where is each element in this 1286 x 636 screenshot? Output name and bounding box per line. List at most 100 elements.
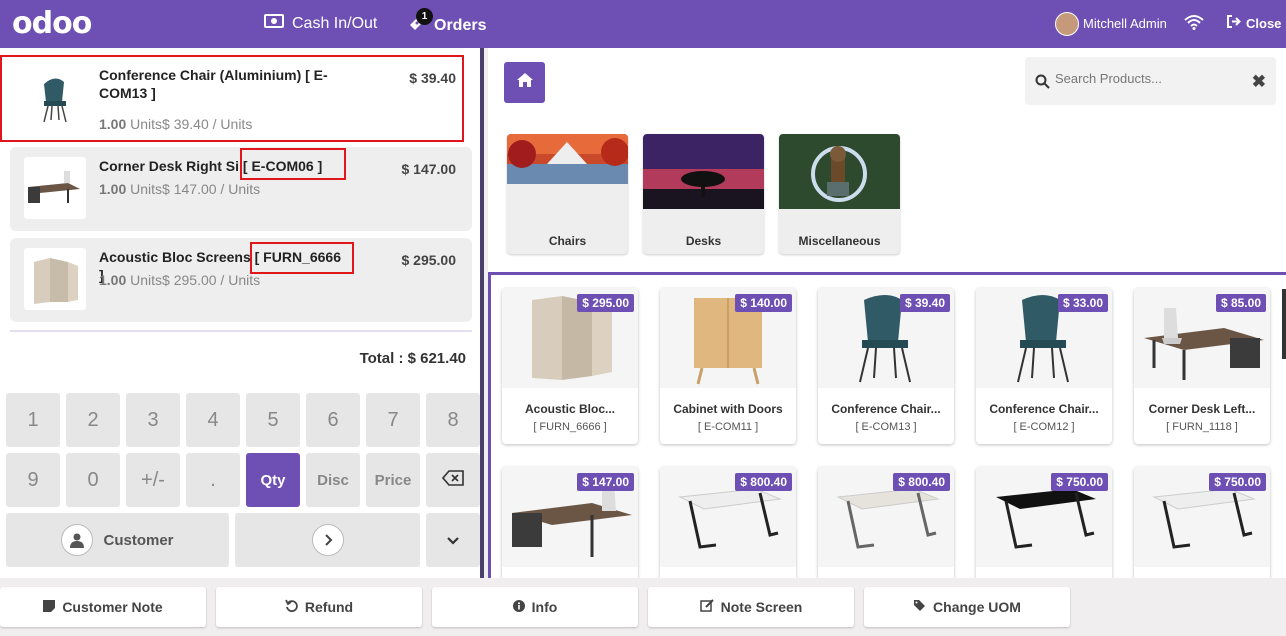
product-card[interactable]: $ 750.00 xyxy=(976,467,1112,578)
numpad-key-6[interactable]: 6 xyxy=(306,393,360,447)
numpad-key-9[interactable]: 9 xyxy=(6,453,60,507)
user-name[interactable]: Mitchell Admin xyxy=(1083,16,1167,31)
odoo-logo: odoo xyxy=(12,6,92,41)
customer-button[interactable]: Customer xyxy=(6,513,229,567)
category-image xyxy=(779,134,900,209)
money-icon xyxy=(264,14,284,33)
category-chairs[interactable]: Chairs xyxy=(507,134,628,254)
info-button[interactable]: Info xyxy=(432,587,638,627)
product-search: ✖ xyxy=(1025,57,1276,105)
cash-in-out-button[interactable]: Cash In/Out xyxy=(264,14,377,33)
category-label: Chairs xyxy=(548,234,587,248)
note-screen-button[interactable]: Note Screen xyxy=(648,587,854,627)
products-pane: ✖ Chairs Desks Miscellaneous $ 295.00 Ac… xyxy=(488,48,1286,578)
numpad-backspace[interactable] xyxy=(426,453,480,507)
numpad-key-2[interactable]: 2 xyxy=(66,393,120,447)
product-card[interactable]: $ 800.40 xyxy=(660,467,796,578)
numpad-key-4[interactable]: 4 xyxy=(186,393,240,447)
order-line-price: $ 295.00 xyxy=(401,252,457,268)
category-image xyxy=(507,134,628,184)
divider xyxy=(10,330,472,332)
refund-button[interactable]: Refund xyxy=(216,587,422,627)
product-ref: [ E-COM13 ] xyxy=(855,421,917,433)
numpad-key-dot[interactable]: . xyxy=(186,453,240,507)
close-button[interactable]: Close xyxy=(1226,15,1281,31)
user-icon xyxy=(61,524,94,556)
note-screen-label: Note Screen xyxy=(720,599,803,615)
product-name: Corner Desk Left... xyxy=(1148,402,1256,416)
numpad-key-7[interactable]: 7 xyxy=(366,393,420,447)
numpad-mode-disc[interactable]: Disc xyxy=(306,453,360,507)
highlight-box xyxy=(240,148,346,180)
payment-button[interactable] xyxy=(235,513,420,567)
product-name: Conference Chair... xyxy=(989,402,1099,416)
close-label: Close xyxy=(1246,15,1282,31)
product-thumbnail xyxy=(24,248,86,310)
orders-label: Orders xyxy=(434,16,487,34)
order-total: Total : $ 621.40 xyxy=(359,350,466,367)
order-pane: Conference Chair (Aluminium) [ E-COM13 ]… xyxy=(0,48,484,578)
product-price-tag: $ 800.40 xyxy=(893,473,950,491)
change-uom-button[interactable]: Change UOM xyxy=(864,587,1070,627)
product-ref: [ E-COM12 ] xyxy=(1013,421,1075,433)
category-image xyxy=(643,134,764,209)
category-desks[interactable]: Desks xyxy=(643,134,764,254)
numpad-key-1[interactable]: 1 xyxy=(6,393,60,447)
product-price-tag: $ 147.00 xyxy=(577,473,634,491)
product-name: Cabinet with Doors xyxy=(673,402,783,416)
undo-icon xyxy=(285,599,298,615)
backspace-icon xyxy=(441,469,464,492)
edit-icon xyxy=(699,599,714,615)
info-label: Info xyxy=(531,599,558,615)
numpad-key-3[interactable]: 3 xyxy=(126,393,180,447)
change-uom-label: Change UOM xyxy=(933,599,1021,615)
home-button[interactable] xyxy=(504,62,545,103)
wifi-icon xyxy=(1184,14,1204,35)
category-label: Miscellaneous xyxy=(798,234,881,248)
search-input[interactable] xyxy=(1055,71,1235,86)
product-card[interactable]: $ 147.00 xyxy=(502,467,638,578)
product-ref: [ E-COM11 ] xyxy=(697,421,759,433)
customer-label: Customer xyxy=(103,531,174,549)
search-icon xyxy=(1035,74,1050,94)
order-line-qty: 1.00 Units$ 295.00 / Units xyxy=(99,272,261,288)
product-grid: $ 295.00 Acoustic Bloc... [ FURN_6666 ] … xyxy=(488,275,1286,578)
scrollbar[interactable] xyxy=(1282,289,1286,359)
product-ref: [ FURN_6666 ] xyxy=(533,421,607,433)
customer-note-button[interactable]: Customer Note xyxy=(0,587,206,627)
product-card[interactable]: $ 800.40 xyxy=(818,467,954,578)
product-card[interactable]: $ 33.00 Conference Chair... [ E-COM12 ] xyxy=(976,288,1112,444)
top-bar: odoo Cash In/Out Orders 1 Mitchell Admin… xyxy=(0,0,1286,48)
order-line[interactable]: Acoustic Bloc Screens [ FURN_6666 ] 1.00… xyxy=(10,238,472,322)
numpad-key-sign[interactable]: +/- xyxy=(126,453,180,507)
numpad-key-8[interactable]: 8 xyxy=(426,393,480,447)
more-button[interactable] xyxy=(426,513,480,567)
product-card[interactable]: $ 85.00 Corner Desk Left... [ FURN_1118 … xyxy=(1134,288,1270,444)
product-card[interactable]: $ 295.00 Acoustic Bloc... [ FURN_6666 ] xyxy=(502,288,638,444)
numpad-key-0[interactable]: 0 xyxy=(66,453,120,507)
cash-in-out-label: Cash In/Out xyxy=(292,14,378,32)
product-card[interactable]: $ 750.00 xyxy=(1134,467,1270,578)
numpad-mode-price[interactable]: Price xyxy=(366,453,420,507)
highlight-box xyxy=(0,55,464,142)
product-card[interactable]: $ 140.00 Cabinet with Doors [ E-COM11 ] xyxy=(660,288,796,444)
chevron-down-icon xyxy=(446,529,460,552)
numpad-key-5[interactable]: 5 xyxy=(246,393,300,447)
orders-count-badge: 1 xyxy=(416,8,433,25)
product-thumbnail xyxy=(24,157,86,219)
order-line-qty: 1.00 Units$ 147.00 / Units xyxy=(99,181,261,197)
tag-icon xyxy=(913,599,926,615)
note-icon xyxy=(43,599,56,615)
product-price-tag: $ 800.40 xyxy=(735,473,792,491)
user-avatar xyxy=(1055,12,1079,36)
product-ref: [ FURN_1118 ] xyxy=(1166,421,1238,433)
info-icon xyxy=(512,599,525,615)
order-line-price: $ 147.00 xyxy=(401,161,457,177)
product-card[interactable]: $ 39.40 Conference Chair... [ E-COM13 ] xyxy=(818,288,954,444)
customer-note-label: Customer Note xyxy=(62,599,163,615)
product-price-tag: $ 750.00 xyxy=(1051,473,1108,491)
clear-search-icon[interactable]: ✖ xyxy=(1252,72,1266,92)
category-miscellaneous[interactable]: Miscellaneous xyxy=(779,134,900,254)
sign-out-icon xyxy=(1226,15,1241,31)
numpad-mode-qty[interactable]: Qty xyxy=(246,453,300,507)
